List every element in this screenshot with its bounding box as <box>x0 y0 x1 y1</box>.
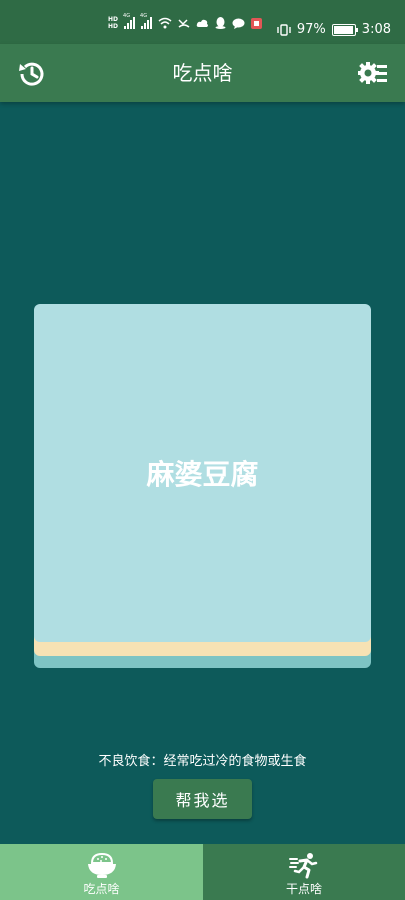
page-title: 吃点啥 <box>172 61 233 85</box>
notification-app-icon <box>251 17 263 29</box>
history-icon <box>19 62 44 86</box>
battery-icon <box>331 23 358 36</box>
missed-call-icon <box>178 19 190 28</box>
status-icons-left: HD HD 4G 4G <box>108 13 263 31</box>
hd-indicator: HD HD <box>108 16 118 30</box>
battery-percent: 97% <box>296 22 326 37</box>
vibrate-icon <box>277 23 291 36</box>
tab-eat[interactable]: 吃点啥 <box>0 844 203 900</box>
hd-label-bottom: HD <box>108 23 119 30</box>
status-icons-right: 97% 3:08 <box>277 22 391 37</box>
signal-icon-2: 4G <box>140 13 153 29</box>
wechat-icon <box>232 18 245 29</box>
network-type-label-2: 4G <box>140 13 148 19</box>
dish-name: 麻婆豆腐 <box>146 458 259 491</box>
tab-do-label: 干点啥 <box>285 882 322 896</box>
settings-button[interactable] <box>357 58 389 90</box>
wifi-icon <box>158 17 172 29</box>
dish-card[interactable]: 麻婆豆腐 <box>34 304 371 642</box>
network-type-label: 4G <box>123 13 131 19</box>
status-bar: HD HD 4G 4G 97% 3:08 <box>0 0 405 44</box>
running-icon <box>289 853 318 879</box>
signal-icon: 4G <box>123 13 136 29</box>
tab-do[interactable]: 干点啥 <box>203 844 405 900</box>
tab-eat-label: 吃点啥 <box>83 882 120 896</box>
qq-icon <box>215 17 226 29</box>
diet-tip: 不良饮食：经常吃过冷的食物或生食 <box>98 754 307 769</box>
bottom-nav: 吃点啥 干点啥 <box>0 844 405 900</box>
history-button[interactable] <box>16 58 48 90</box>
screen: HD HD 4G 4G 97% 3:08 吃点啥 麻婆豆腐 不良饮食：经常吃过冷… <box>0 0 405 900</box>
hd-label-top: HD <box>108 16 119 23</box>
settings-list-icon <box>358 62 387 84</box>
clock: 3:08 <box>361 22 391 37</box>
app-bar: 吃点啥 <box>0 44 405 102</box>
help-me-choose-button[interactable]: 帮我选 <box>153 779 252 819</box>
cloud-icon <box>196 19 209 27</box>
dish-card-stack[interactable]: 麻婆豆腐 <box>34 304 371 668</box>
rice-bowl-icon <box>87 852 116 878</box>
